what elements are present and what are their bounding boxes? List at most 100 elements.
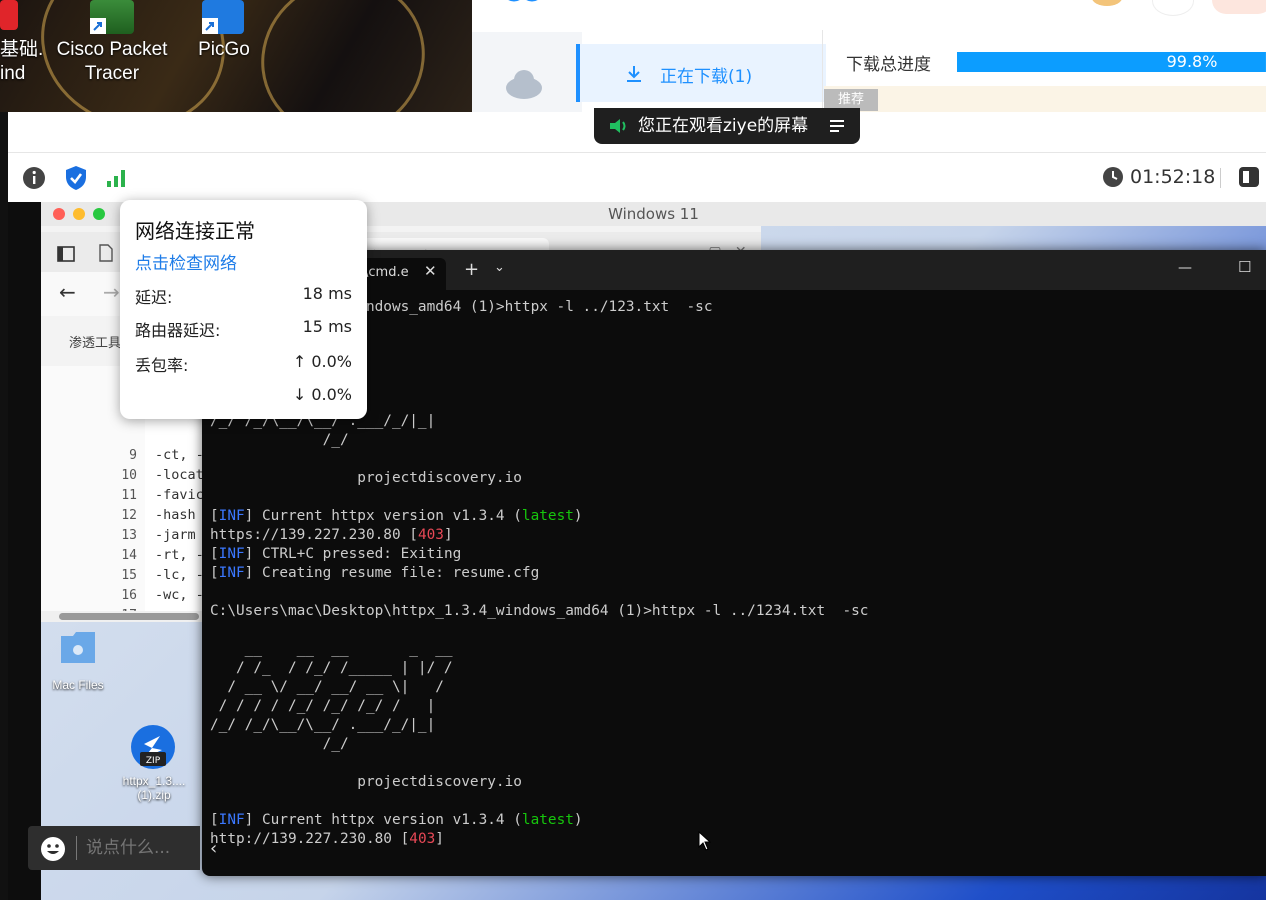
terminal-text: [ bbox=[210, 812, 219, 828]
packet-loss-label: 丢包率: bbox=[135, 356, 189, 375]
vm-close-button[interactable] bbox=[53, 208, 65, 220]
scroll-thumb[interactable] bbox=[59, 613, 199, 620]
log-level-tag: INF bbox=[218, 546, 245, 562]
code-line: -rt, - bbox=[155, 547, 204, 563]
router-latency-value: 15 ms bbox=[302, 317, 352, 336]
vm-left-edge bbox=[8, 202, 41, 900]
chevron-down-icon[interactable]: ⌄ bbox=[494, 260, 505, 275]
menu-icon[interactable] bbox=[828, 117, 846, 135]
layout-icon[interactable] bbox=[1238, 166, 1260, 188]
terminal-line: / /_ / /_/ /_____ | |/ / bbox=[210, 660, 453, 676]
total-progress-bar: 99.8% bbox=[957, 52, 1266, 72]
packet-loss-row: 丢包率: ↑ 0.0% bbox=[135, 352, 352, 382]
maximize-button[interactable]: ☐ bbox=[1238, 258, 1251, 276]
shortcut-arrow-icon bbox=[90, 18, 106, 34]
terminal-text: ] Current httpx version v1.3.4 ( bbox=[244, 508, 522, 524]
sidebar-item-pentest[interactable]: 渗透工具 bbox=[69, 332, 121, 351]
speaker-icon bbox=[610, 119, 626, 133]
terminal-line: /_/ / | bbox=[210, 393, 1260, 412]
terminal-output[interactable]: top\httpx_1.3.4_windows_amd64 (1)>httpx … bbox=[210, 298, 1260, 849]
divider bbox=[1220, 168, 1221, 188]
mac-files-label: Mac Files bbox=[52, 678, 104, 692]
partial-app-icon[interactable] bbox=[0, 0, 18, 30]
host-icon-label: 基础. ind bbox=[0, 39, 44, 84]
terminal-line: top\httpx_1.3.4_windows_amd64 (1)>httpx … bbox=[210, 299, 713, 315]
picgo-label: PicGo bbox=[198, 39, 250, 60]
latest-tag: latest bbox=[521, 508, 574, 524]
divider bbox=[76, 836, 77, 860]
packet-loss-down-row: ↓ 0.0% bbox=[135, 385, 352, 415]
terminal-line: /_/ /_/\__/\__/ .___/_/|_| bbox=[210, 717, 436, 733]
file-icon[interactable] bbox=[99, 244, 113, 262]
cisco-packet-tracer-label: Cisco Packet Tracer bbox=[56, 39, 168, 84]
log-level-tag: INF bbox=[218, 812, 245, 828]
vm-zoom-button[interactable] bbox=[93, 208, 105, 220]
line-number: 10 bbox=[121, 468, 137, 483]
total-progress-text: 99.8% bbox=[1166, 52, 1218, 71]
chat-bar bbox=[28, 826, 200, 870]
packet-loss-down: ↓ 0.0% bbox=[292, 385, 352, 404]
line-number: 9 bbox=[129, 448, 137, 463]
latest-tag: latest bbox=[521, 812, 574, 828]
terminal-line: /_/ bbox=[210, 736, 349, 752]
toolbar-divider bbox=[8, 152, 1266, 153]
terminal-line: projectdiscovery.io bbox=[210, 470, 522, 486]
router-latency-label: 路由器延迟: bbox=[135, 321, 221, 340]
downloading-label: 正在下载(1) bbox=[660, 67, 753, 87]
check-network-link[interactable]: 点击检查网络 bbox=[135, 249, 237, 274]
host-left-edge bbox=[0, 112, 8, 900]
terminal-line: __ \| / bbox=[210, 374, 1260, 393]
svg-text:ZIP: ZIP bbox=[146, 756, 161, 766]
packet-loss-up: ↑ 0.0% bbox=[292, 352, 352, 371]
network-status-popup: 网络连接正常 点击检查网络 延迟: 18 ms 路由器延迟: 15 ms 丢包率… bbox=[120, 200, 367, 419]
line-number: 13 bbox=[121, 528, 137, 543]
vm-minimize-button[interactable] bbox=[73, 208, 85, 220]
log-level-tag: INF bbox=[218, 508, 245, 524]
window-icon[interactable] bbox=[57, 246, 75, 262]
mac-files-folder-icon[interactable] bbox=[60, 630, 96, 664]
netdisk-window: 正在下载(1) 下载总进度 99.8% 推荐 bbox=[472, 0, 1266, 112]
cloud-icon[interactable] bbox=[504, 68, 544, 100]
session-timer: 01:52:18 bbox=[1130, 166, 1216, 188]
terminal-line: C:\Users\mac\Desktop\httpx_1.3.4_windows… bbox=[210, 603, 869, 619]
terminal-line: __ __ __ _ __ bbox=[210, 641, 453, 657]
info-icon[interactable] bbox=[22, 166, 46, 190]
zip-file-icon[interactable]: ZIP bbox=[130, 724, 176, 770]
terminal-text: ] bbox=[435, 831, 444, 847]
chat-input[interactable] bbox=[84, 832, 198, 864]
code-line: -hash bbox=[155, 507, 196, 523]
picgo-icon[interactable] bbox=[202, 0, 244, 34]
avatar[interactable] bbox=[1152, 0, 1194, 16]
cisco-packet-tracer-icon[interactable] bbox=[90, 0, 134, 34]
signal-icon[interactable] bbox=[106, 168, 128, 188]
zip-file-label: httpx_1.3.... (1).zip bbox=[122, 774, 186, 802]
log-level-tag: INF bbox=[218, 565, 245, 581]
line-number: 14 bbox=[121, 548, 137, 563]
terminal-line: /_/ /_/\__/\__/ .___/_/|_| bbox=[210, 413, 436, 429]
terminal-line: [INF] Current httpx version v1.3.4 (late… bbox=[210, 507, 1260, 526]
new-tab-icon[interactable]: + bbox=[464, 259, 479, 280]
host-desktop: 基础. ind Cisco Packet Tracer PicGo bbox=[0, 0, 472, 112]
emoji-icon[interactable] bbox=[40, 836, 66, 862]
forward-arrow-icon[interactable]: → bbox=[103, 280, 120, 304]
close-tab-icon[interactable]: ✕ bbox=[424, 262, 437, 280]
promo-button[interactable] bbox=[1212, 0, 1266, 14]
terminal-text: [ bbox=[210, 546, 219, 562]
back-arrow-icon[interactable]: ← bbox=[59, 280, 76, 304]
vip-icon[interactable] bbox=[1092, 0, 1122, 6]
minimize-button[interactable]: — bbox=[1178, 260, 1192, 276]
downloading-tab[interactable]: 正在下载(1) bbox=[576, 44, 826, 102]
terminal-line: _ __ bbox=[210, 336, 1260, 355]
total-progress-label: 下载总进度 bbox=[846, 55, 931, 75]
mouse-cursor-icon bbox=[698, 831, 712, 851]
viewing-indicator[interactable]: 您正在观看ziye的屏幕 bbox=[594, 108, 860, 144]
latency-label: 延迟: bbox=[135, 288, 173, 307]
latency-value: 18 ms bbox=[302, 284, 352, 303]
shield-icon[interactable] bbox=[64, 165, 88, 191]
chat-collapse-chevron-icon[interactable]: ‹ bbox=[210, 838, 217, 859]
line-number: 16 bbox=[121, 588, 137, 603]
